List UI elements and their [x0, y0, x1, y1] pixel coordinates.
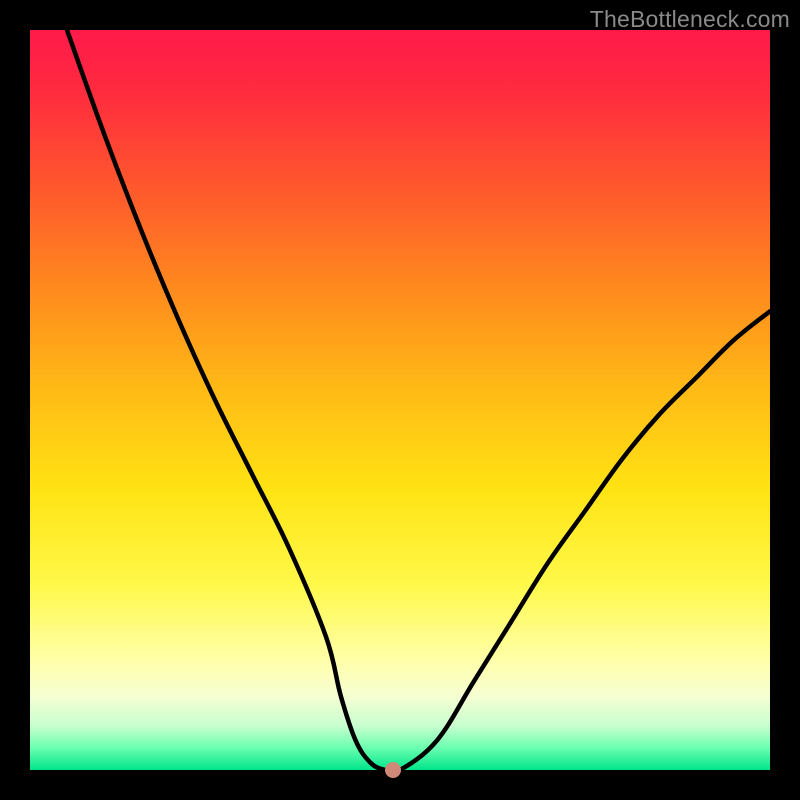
plot-area — [30, 30, 770, 770]
bottleneck-curve — [30, 30, 770, 770]
optimum-marker — [385, 762, 401, 778]
watermark-text: TheBottleneck.com — [590, 6, 790, 33]
chart-container: TheBottleneck.com — [0, 0, 800, 800]
